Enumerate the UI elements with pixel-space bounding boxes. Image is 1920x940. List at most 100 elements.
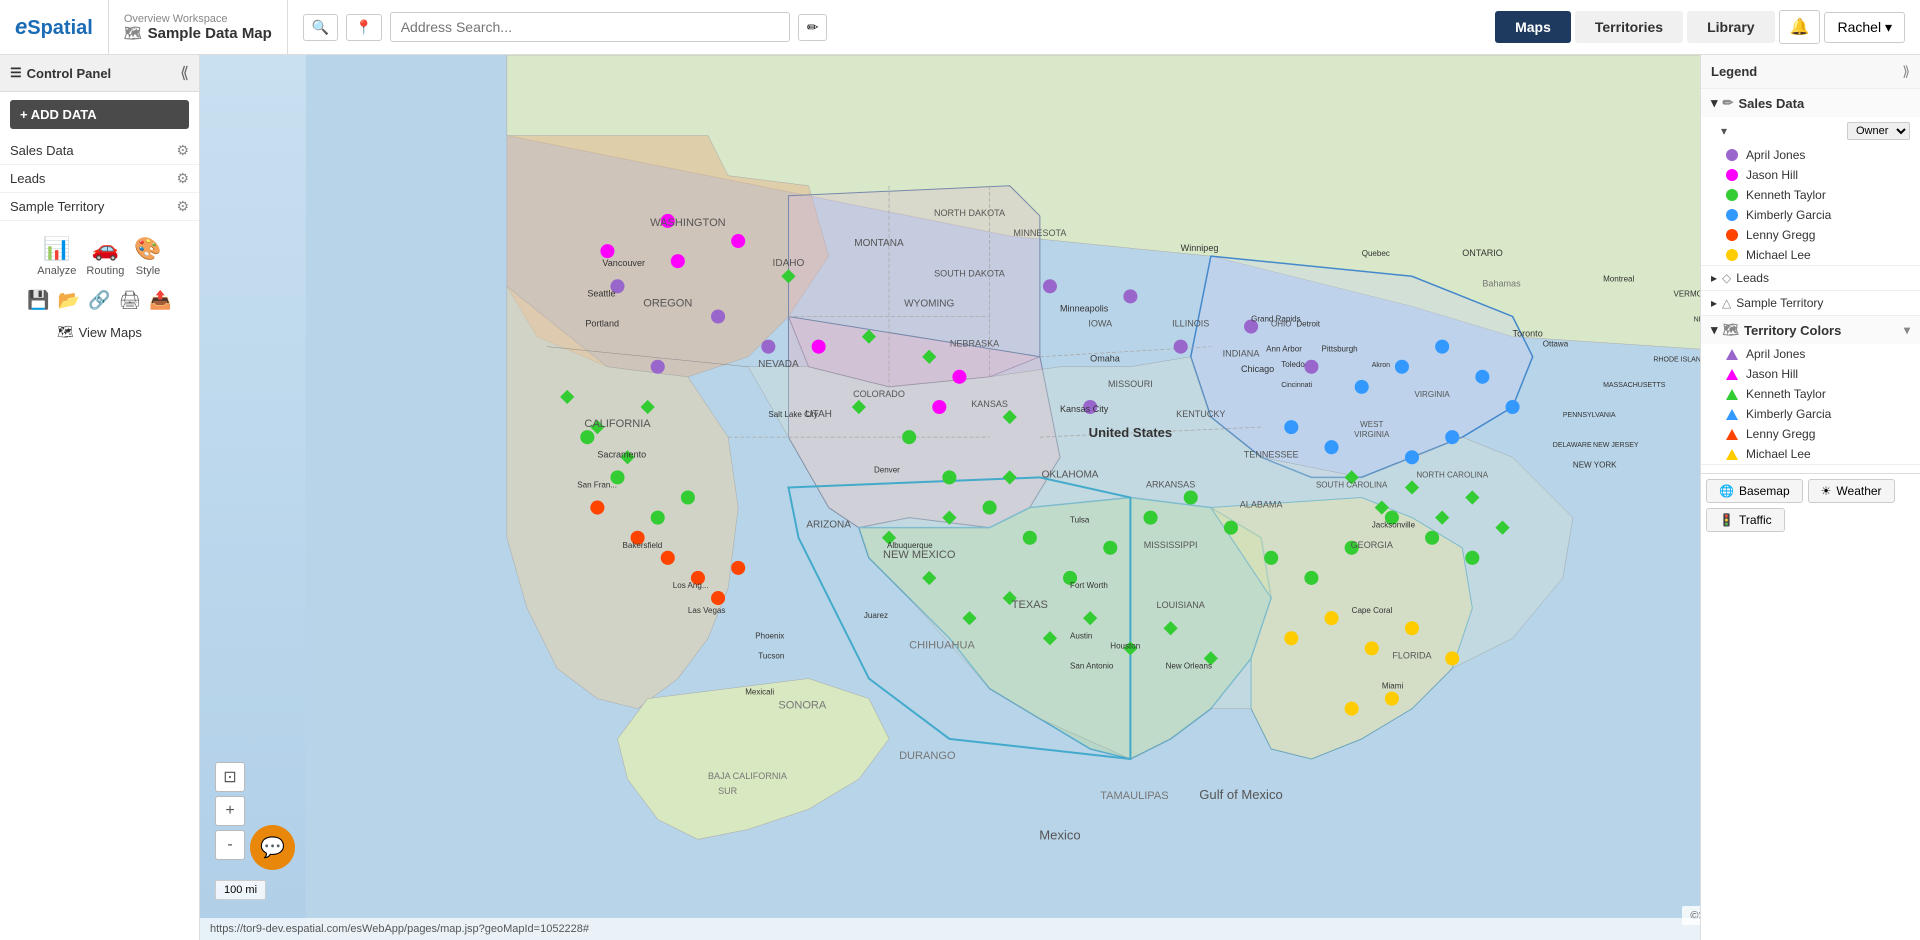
layer-gear-sample-territory[interactable]: ⚙	[176, 198, 189, 215]
add-data-button[interactable]: + ADD DATA	[10, 100, 189, 129]
legend-item-kenneth-taylor-tri: Kenneth Taylor	[1701, 384, 1920, 404]
notification-bell-button[interactable]: 🔔	[1779, 10, 1821, 44]
weather-tab[interactable]: ☀ Weather	[1808, 479, 1895, 503]
scale-bar: 100 mi	[215, 880, 266, 900]
april-jones-dot	[1726, 149, 1738, 161]
style-icon: 🎨	[134, 236, 161, 262]
svg-text:ILLINOIS: ILLINOIS	[1172, 319, 1209, 329]
legend-section-header-territory-colors[interactable]: ▾ 🗺 Territory Colors ▾	[1701, 316, 1920, 344]
map-area[interactable]: United States WASHINGTON OREGON IDAHO MO…	[200, 55, 1920, 940]
panel-icons: 📊 Analyze 🚗 Routing 🎨 Style 💾 📂 🔗 🖨 📤 🗺 …	[0, 221, 199, 355]
svg-text:OREGON: OREGON	[643, 297, 692, 309]
app-logo: eSpatial	[15, 14, 93, 40]
legend-footer-tabs: 🌐 Basemap ☀ Weather 🚦 Traffic	[1701, 473, 1920, 508]
search-area: 🔍 📍 ✏	[288, 12, 1480, 42]
layer-gear-sales-data[interactable]: ⚙	[176, 142, 189, 159]
user-menu-button[interactable]: Rachel ▾	[1824, 12, 1905, 43]
share-button[interactable]: 🔗	[88, 290, 110, 311]
tab-library[interactable]: Library	[1687, 11, 1774, 43]
legend-section-header-leads[interactable]: ▸ ◇ Leads	[1701, 266, 1920, 290]
top-navigation: eSpatial Overview Workspace 🗺 Sample Dat…	[0, 0, 1920, 55]
svg-text:Fort Worth: Fort Worth	[1070, 581, 1108, 590]
print-button[interactable]: 🖨	[118, 290, 141, 311]
svg-text:ONTARIO: ONTARIO	[1462, 248, 1503, 258]
svg-text:Juarez: Juarez	[864, 611, 888, 620]
view-maps-icon: 🗺	[57, 324, 74, 340]
zoom-out-button[interactable]: -	[215, 830, 245, 860]
map-svg[interactable]: United States WASHINGTON OREGON IDAHO MO…	[200, 55, 1920, 940]
diamond-icon: ◇	[1722, 271, 1731, 285]
routing-button[interactable]: 🚗 Routing	[86, 236, 124, 277]
draw-button[interactable]: ✏	[798, 14, 828, 41]
svg-text:Phoenix: Phoenix	[755, 631, 784, 640]
svg-text:New Orleans: New Orleans	[1166, 661, 1212, 670]
legend-item-april-jones-tri: April Jones	[1701, 344, 1920, 364]
traffic-tab[interactable]: 🚦 Traffic	[1706, 508, 1785, 532]
svg-text:Cape Coral: Cape Coral	[1352, 606, 1393, 615]
svg-text:IDAHO: IDAHO	[773, 258, 805, 269]
search-button[interactable]: 🔍	[303, 14, 338, 41]
nav-right: Maps Territories Library 🔔 Rachel ▾	[1480, 10, 1920, 44]
analyze-button[interactable]: 📊 Analyze	[37, 236, 76, 277]
tab-territories[interactable]: Territories	[1575, 11, 1683, 43]
open-button[interactable]: 📂	[58, 290, 80, 311]
panel-collapse-button[interactable]: ⟪	[180, 63, 189, 83]
svg-text:SOUTH DAKOTA: SOUTH DAKOTA	[934, 268, 1006, 278]
legend-section-leads: ▸ ◇ Leads	[1701, 266, 1920, 291]
svg-text:Winnipeg: Winnipeg	[1181, 243, 1219, 253]
svg-text:Cincinnati: Cincinnati	[1281, 382, 1312, 389]
legend-section-header-sales-data[interactable]: ▾ ✏ Sales Data	[1701, 89, 1920, 117]
svg-text:KANSAS: KANSAS	[971, 399, 1008, 409]
legend-sub-header-owner: ▾ Owner	[1701, 117, 1920, 145]
svg-text:Sacramento: Sacramento	[597, 449, 646, 459]
layer-gear-leads[interactable]: ⚙	[176, 170, 189, 187]
zoom-in-button[interactable]: +	[215, 796, 245, 826]
territory-icon: △	[1722, 296, 1731, 310]
kenneth-taylor-triangle	[1726, 389, 1738, 400]
svg-text:Mexicali: Mexicali	[745, 688, 774, 697]
chat-button[interactable]: 💬	[250, 825, 295, 870]
svg-text:Los Ang...: Los Ang...	[673, 581, 709, 590]
lenny-gregg-dot	[1726, 229, 1738, 241]
svg-text:Bahamas: Bahamas	[1482, 278, 1521, 288]
owner-select[interactable]: Owner	[1847, 122, 1910, 140]
svg-text:BAJA CALIFORNIA: BAJA CALIFORNIA	[708, 771, 788, 781]
svg-text:Miami: Miami	[1382, 682, 1404, 691]
save-button[interactable]: 💾	[27, 290, 49, 311]
legend-collapse-button[interactable]: ⟫	[1902, 63, 1910, 80]
view-maps-button[interactable]: 🗺 View Maps	[57, 324, 142, 340]
svg-text:San Fran...: San Fran...	[577, 480, 617, 489]
export-button[interactable]: 📤	[149, 290, 171, 311]
svg-text:KENTUCKY: KENTUCKY	[1176, 409, 1225, 419]
svg-text:Tulsa: Tulsa	[1070, 516, 1090, 525]
basemap-tab[interactable]: 🌐 Basemap	[1706, 479, 1803, 503]
style-button[interactable]: 🎨 Style	[134, 236, 161, 277]
tc-dropdown-icon: ▾	[1904, 323, 1910, 337]
svg-text:Pittsburgh: Pittsburgh	[1321, 345, 1357, 354]
layer-leads: Leads ⚙	[0, 165, 199, 193]
panel-title: ☰ Control Panel	[10, 65, 111, 81]
panel-action-row: 💾 📂 🔗 🖨 📤	[27, 290, 172, 311]
svg-text:LOUISIANA: LOUISIANA	[1157, 600, 1206, 610]
status-bar: https://tor9-dev.espatial.com/esWebApp/p…	[200, 918, 1920, 940]
svg-text:CALIFORNIA: CALIFORNIA	[584, 418, 651, 430]
legend-item-april-jones-dot: April Jones	[1701, 145, 1920, 165]
svg-text:DURANGO: DURANGO	[899, 750, 956, 762]
svg-text:NEW MEXICO: NEW MEXICO	[883, 549, 956, 561]
svg-text:San Antonio: San Antonio	[1070, 661, 1114, 670]
add-location-button[interactable]: 📍	[346, 14, 381, 41]
search-input[interactable]	[390, 12, 790, 42]
map-icon: 🗺	[124, 25, 142, 42]
svg-text:Vancouver: Vancouver	[602, 258, 645, 268]
svg-text:Akron: Akron	[1372, 362, 1390, 369]
svg-text:OKLAHOMA: OKLAHOMA	[1042, 469, 1099, 480]
svg-text:VIRGINIA: VIRGINIA	[1354, 430, 1390, 439]
svg-text:TENNESSEE: TENNESSEE	[1244, 449, 1299, 459]
michael-lee-dot	[1726, 249, 1738, 261]
legend-item-jason-hill-tri: Jason Hill	[1701, 364, 1920, 384]
legend-section-header-sample-territory[interactable]: ▸ △ Sample Territory	[1701, 291, 1920, 315]
jason-hill-triangle	[1726, 369, 1738, 380]
zoom-to-fit-button[interactable]: ⊡	[215, 762, 245, 792]
tab-maps[interactable]: Maps	[1495, 11, 1571, 43]
panel-header: ☰ Control Panel ⟪	[0, 55, 199, 92]
